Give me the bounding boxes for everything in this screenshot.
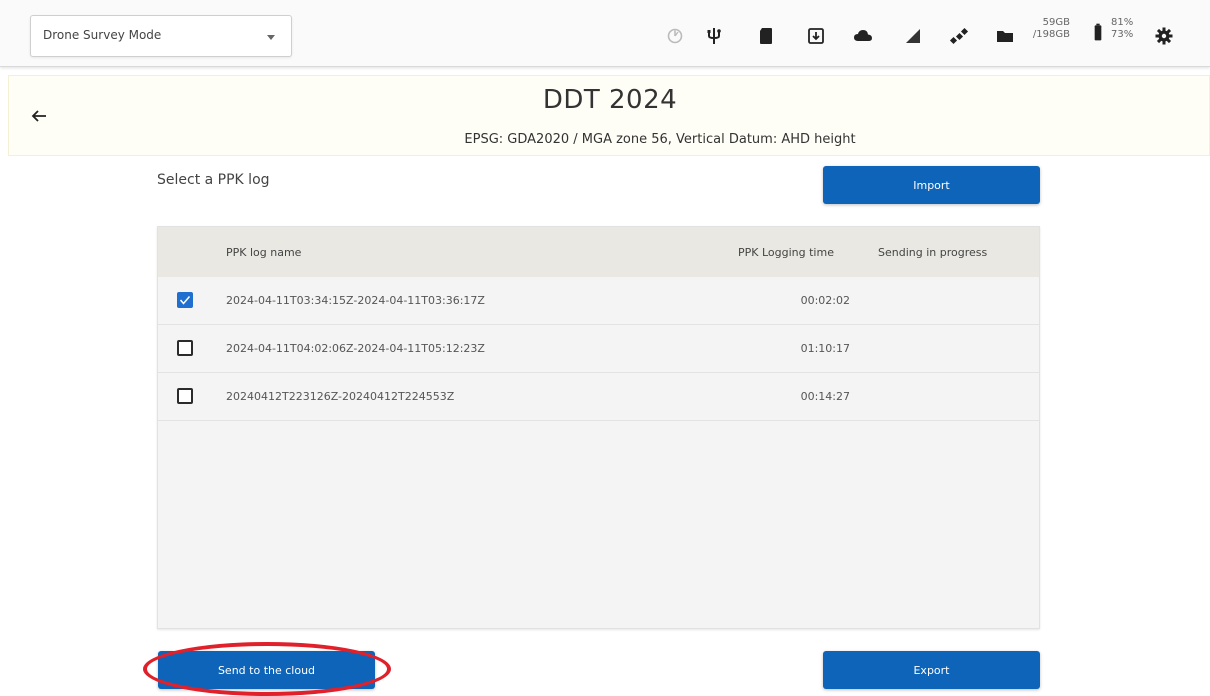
- battery-top-pct: 81%: [1111, 17, 1134, 28]
- sd-card-icon: [760, 28, 772, 44]
- row-checkbox[interactable]: [177, 292, 193, 308]
- storage-readout: 59GB /198GB: [1030, 17, 1070, 41]
- log-time: 00:14:27: [800, 390, 850, 403]
- page-subtitle: EPSG: GDA2020 / MGA zone 56, Vertical Da…: [464, 132, 856, 147]
- export-button[interactable]: Export: [823, 651, 1040, 689]
- page-title: DDT 2024: [542, 85, 678, 115]
- table-row[interactable]: 20240412T223126Z-20240412T224553Z 00:14:…: [158, 373, 1039, 421]
- row-checkbox[interactable]: [177, 340, 193, 356]
- mode-select[interactable]: Drone Survey Mode: [30, 15, 292, 57]
- signal-icon: [906, 29, 920, 43]
- import-button[interactable]: Import: [823, 166, 1040, 204]
- log-time: 00:02:02: [800, 294, 850, 307]
- top-toolbar: Drone Survey Mode 59GB /198GB 81% 73%: [0, 0, 1210, 67]
- checkmark-icon: [179, 296, 191, 305]
- log-name: 2024-04-11T04:02:06Z-2024-04-11T05:12:23…: [226, 342, 485, 355]
- ppk-log-table: PPK log name PPK Logging time Sending in…: [157, 226, 1040, 629]
- select-ppk-label: Select a PPK log: [157, 172, 270, 188]
- satellite-icon: [949, 27, 969, 45]
- table-row[interactable]: 2024-04-11T03:34:15Z-2024-04-11T03:36:17…: [158, 277, 1039, 325]
- page-header: DDT 2024 EPSG: GDA2020 / MGA zone 56, Ve…: [8, 75, 1210, 156]
- column-header-name: PPK log name: [226, 246, 302, 259]
- cloud-icon: [854, 30, 872, 41]
- battery-readout: 81% 73%: [1111, 17, 1137, 41]
- folder-icon: [997, 31, 1013, 42]
- timer-icon: [667, 28, 683, 44]
- storage-used: 59GB: [1042, 17, 1070, 28]
- table-header: PPK log name PPK Logging time Sending in…: [158, 227, 1039, 277]
- log-name: 2024-04-11T03:34:15Z-2024-04-11T03:36:17…: [226, 294, 485, 307]
- highlight-ellipse: [143, 642, 391, 696]
- column-header-time: PPK Logging time: [738, 246, 834, 259]
- row-checkbox[interactable]: [177, 388, 193, 404]
- log-time: 01:10:17: [800, 342, 850, 355]
- column-header-sending: Sending in progress: [878, 246, 988, 259]
- gear-icon[interactable]: [1154, 26, 1174, 46]
- storage-total: /198GB: [1032, 29, 1070, 40]
- download-icon: [808, 28, 824, 44]
- battery-bottom-pct: 73%: [1111, 29, 1134, 40]
- log-name: 20240412T223126Z-20240412T224553Z: [226, 390, 455, 403]
- battery-icon: [1094, 23, 1102, 41]
- mode-select-value: Drone Survey Mode: [43, 28, 162, 42]
- chevron-down-icon: [267, 35, 275, 40]
- usb-icon: [707, 28, 721, 44]
- table-row[interactable]: 2024-04-11T04:02:06Z-2024-04-11T05:12:23…: [158, 325, 1039, 373]
